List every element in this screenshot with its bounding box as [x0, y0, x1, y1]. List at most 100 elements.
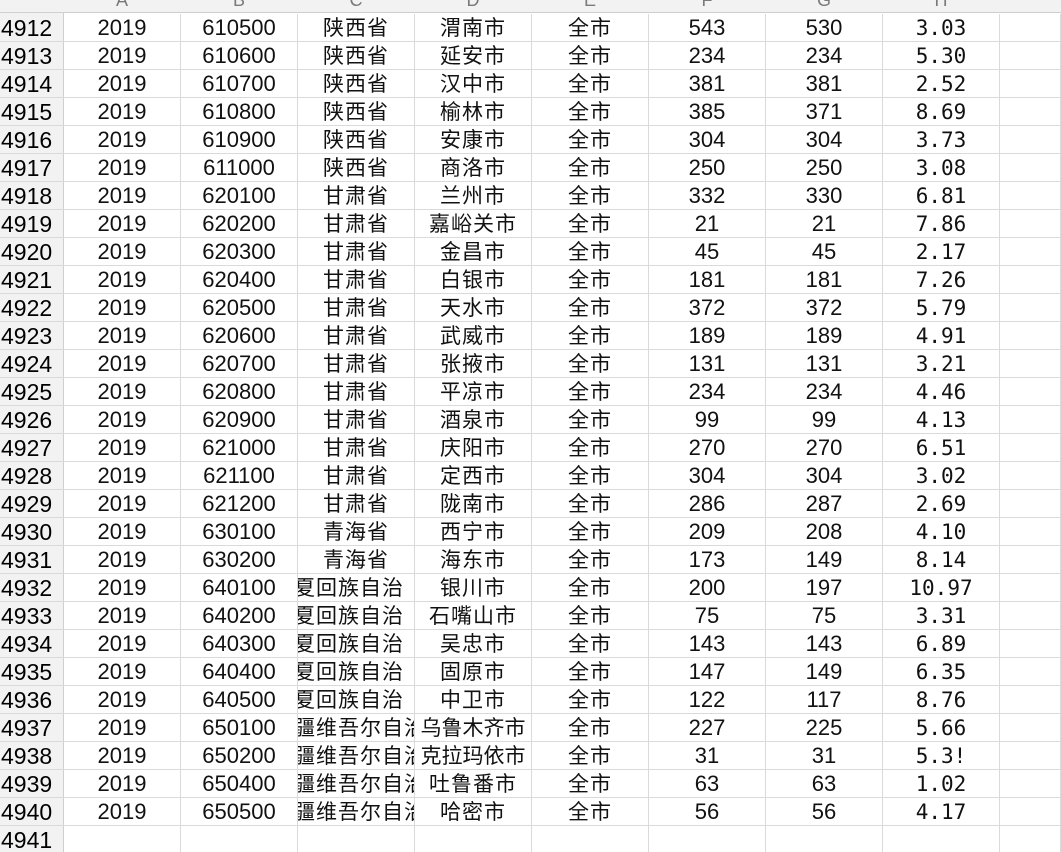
table-cell[interactable] — [1000, 126, 1061, 153]
table-cell[interactable]: 甘肃省 — [298, 238, 415, 265]
table-cell[interactable]: 372 — [649, 294, 766, 321]
row-number[interactable]: 4934 — [0, 630, 64, 657]
table-cell[interactable]: 2019 — [64, 714, 181, 741]
table-cell[interactable]: 640400 — [181, 658, 298, 685]
table-cell[interactable] — [1000, 630, 1061, 657]
table-cell[interactable]: 银川市 — [415, 574, 532, 601]
table-cell[interactable]: 2019 — [64, 14, 181, 41]
row-number[interactable]: 4941 — [0, 826, 64, 852]
table-cell[interactable]: 5.66 — [883, 714, 1000, 741]
table-cell[interactable]: 夏回族自治 — [298, 574, 415, 601]
table-cell[interactable]: 7.86 — [883, 210, 1000, 237]
row-number[interactable]: 4925 — [0, 378, 64, 405]
table-cell[interactable]: 4.46 — [883, 378, 1000, 405]
table-cell[interactable]: 全市 — [532, 602, 649, 629]
table-cell[interactable]: 181 — [766, 266, 883, 293]
table-cell[interactable]: 甘肃省 — [298, 434, 415, 461]
table-cell[interactable] — [532, 826, 649, 852]
table-cell[interactable]: 610600 — [181, 42, 298, 69]
table-cell[interactable] — [1000, 322, 1061, 349]
table-cell[interactable]: 兰州市 — [415, 182, 532, 209]
table-cell[interactable] — [1000, 210, 1061, 237]
row-number[interactable]: 4924 — [0, 350, 64, 377]
table-cell[interactable]: 620700 — [181, 350, 298, 377]
table-cell[interactable]: 381 — [649, 70, 766, 97]
table-cell[interactable]: 6.35 — [883, 658, 1000, 685]
table-cell[interactable]: 372 — [766, 294, 883, 321]
table-cell[interactable]: 2019 — [64, 42, 181, 69]
table-cell[interactable]: 全市 — [532, 294, 649, 321]
table-cell[interactable]: 陕西省 — [298, 70, 415, 97]
table-cell[interactable]: 250 — [766, 154, 883, 181]
table-cell[interactable]: 2019 — [64, 350, 181, 377]
table-cell[interactable]: 陕西省 — [298, 42, 415, 69]
table-cell[interactable]: 青海省 — [298, 546, 415, 573]
table-cell[interactable]: 200 — [649, 574, 766, 601]
table-cell[interactable]: 332 — [649, 182, 766, 209]
table-cell[interactable]: 620300 — [181, 238, 298, 265]
table-cell[interactable]: 延安市 — [415, 42, 532, 69]
table-cell[interactable]: 630200 — [181, 546, 298, 573]
table-cell[interactable]: 56 — [766, 798, 883, 825]
table-cell[interactable] — [181, 826, 298, 852]
table-cell[interactable]: 2019 — [64, 742, 181, 769]
table-cell[interactable]: 平凉市 — [415, 378, 532, 405]
table-cell[interactable]: 石嘴山市 — [415, 602, 532, 629]
table-cell[interactable]: 304 — [766, 126, 883, 153]
table-cell[interactable] — [1000, 378, 1061, 405]
table-cell[interactable]: 8.69 — [883, 98, 1000, 125]
table-cell[interactable]: 286 — [649, 490, 766, 517]
table-cell[interactable]: 2019 — [64, 126, 181, 153]
table-cell[interactable]: 189 — [649, 322, 766, 349]
table-cell[interactable] — [1000, 238, 1061, 265]
column-header-letter[interactable]: C — [298, 0, 414, 11]
table-cell[interactable]: 青海省 — [298, 518, 415, 545]
table-cell[interactable]: 全市 — [532, 518, 649, 545]
table-cell[interactable]: 620200 — [181, 210, 298, 237]
table-cell[interactable]: 75 — [766, 602, 883, 629]
table-cell[interactable]: 2019 — [64, 266, 181, 293]
table-cell[interactable]: 4.17 — [883, 798, 1000, 825]
table-cell[interactable]: 3.21 — [883, 350, 1000, 377]
table-cell[interactable] — [1000, 574, 1061, 601]
row-number[interactable]: 4915 — [0, 98, 64, 125]
table-cell[interactable]: 4.91 — [883, 322, 1000, 349]
table-cell[interactable]: 117 — [766, 686, 883, 713]
row-number[interactable]: 4928 — [0, 462, 64, 489]
table-cell[interactable]: 7.26 — [883, 266, 1000, 293]
table-cell[interactable]: 270 — [766, 434, 883, 461]
table-cell[interactable]: 全市 — [532, 98, 649, 125]
table-cell[interactable]: 630100 — [181, 518, 298, 545]
row-number[interactable]: 4936 — [0, 686, 64, 713]
table-cell[interactable]: 143 — [766, 630, 883, 657]
table-cell[interactable]: 611000 — [181, 154, 298, 181]
table-cell[interactable]: 全市 — [532, 546, 649, 573]
table-cell[interactable]: 21 — [766, 210, 883, 237]
table-cell[interactable]: 234 — [649, 378, 766, 405]
table-cell[interactable]: 疆维吾尔自治 — [298, 770, 415, 797]
table-cell[interactable]: 122 — [649, 686, 766, 713]
table-cell[interactable]: 650400 — [181, 770, 298, 797]
table-cell[interactable]: 榆林市 — [415, 98, 532, 125]
table-cell[interactable]: 270 — [649, 434, 766, 461]
table-cell[interactable]: 620800 — [181, 378, 298, 405]
table-cell[interactable]: 173 — [649, 546, 766, 573]
table-cell[interactable]: 620500 — [181, 294, 298, 321]
table-cell[interactable]: 31 — [649, 742, 766, 769]
table-cell[interactable]: 2019 — [64, 210, 181, 237]
table-cell[interactable]: 海东市 — [415, 546, 532, 573]
table-cell[interactable]: 2019 — [64, 406, 181, 433]
table-cell[interactable] — [1000, 70, 1061, 97]
column-header-letter[interactable]: G — [766, 0, 882, 11]
table-cell[interactable]: 全市 — [532, 630, 649, 657]
row-number[interactable]: 4940 — [0, 798, 64, 825]
table-cell[interactable]: 143 — [649, 630, 766, 657]
table-cell[interactable]: 安康市 — [415, 126, 532, 153]
table-cell[interactable]: 287 — [766, 490, 883, 517]
table-cell[interactable]: 2019 — [64, 182, 181, 209]
table-cell[interactable] — [1000, 266, 1061, 293]
table-cell[interactable]: 全市 — [532, 14, 649, 41]
table-cell[interactable]: 疆维吾尔自治 — [298, 714, 415, 741]
table-cell[interactable]: 甘肃省 — [298, 182, 415, 209]
table-cell[interactable] — [1000, 406, 1061, 433]
